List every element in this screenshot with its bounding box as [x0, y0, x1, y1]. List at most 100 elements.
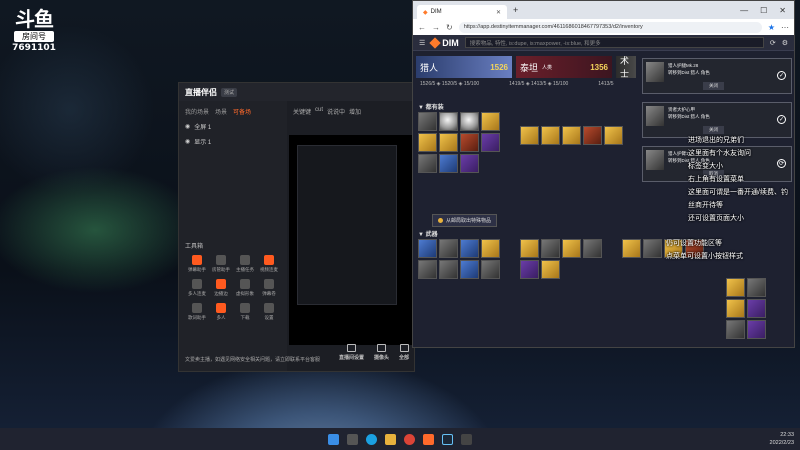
all-button[interactable]: 全部: [399, 344, 409, 361]
item-tile[interactable]: [726, 299, 745, 318]
item-tile[interactable]: [460, 260, 479, 279]
tool-item[interactable]: 下载: [233, 303, 257, 321]
item-tile[interactable]: [481, 239, 500, 258]
tab-my-scenes[interactable]: 我的场景: [185, 107, 209, 116]
character-tile[interactable]: 泰坦 人类 1356: [516, 56, 612, 78]
tool-item[interactable]: 主播任务: [233, 255, 257, 273]
star-icon[interactable]: ★: [768, 23, 775, 32]
item-tile[interactable]: [583, 126, 602, 145]
tool-item[interactable]: 虚拟形象: [233, 279, 257, 297]
refresh-icon[interactable]: ⟳: [770, 39, 776, 47]
tool-item[interactable]: 设置: [257, 303, 281, 321]
item-tile[interactable]: [439, 154, 458, 173]
preview-tab[interactable]: 关键键: [293, 107, 311, 116]
layer-item[interactable]: ◉ 全屏 1: [179, 119, 287, 134]
item-tile[interactable]: [481, 133, 500, 152]
preview-tab[interactable]: cut: [315, 107, 323, 116]
item-tile[interactable]: [726, 320, 745, 339]
url-field[interactable]: https://app.destinyitemmanager.com/46116…: [458, 21, 762, 33]
item-tile[interactable]: [439, 260, 458, 279]
item-tile[interactable]: [747, 299, 766, 318]
item-tile[interactable]: [583, 239, 602, 258]
item-tile[interactable]: [418, 154, 437, 173]
forward-icon[interactable]: →: [432, 23, 440, 32]
item-tile[interactable]: [562, 239, 581, 258]
character-tile[interactable]: 猎人 1526: [416, 56, 512, 78]
tool-item[interactable]: 多人: [209, 303, 233, 321]
weapons-section-title[interactable]: ▼ 武器: [418, 229, 438, 238]
item-tile[interactable]: [562, 126, 581, 145]
douyu-app-icon[interactable]: [423, 433, 434, 445]
hamburger-icon[interactable]: ☰: [419, 39, 425, 47]
pull-from-postmaster-button[interactable]: 从邮局取出特殊物品: [432, 214, 498, 227]
item-tile[interactable]: [418, 239, 437, 258]
minimize-icon[interactable]: —: [740, 6, 748, 15]
tab-scenes[interactable]: 场景: [215, 107, 227, 116]
tool-item[interactable]: 视频连麦: [257, 255, 281, 273]
character-tile[interactable]: 术士: [616, 56, 636, 79]
tool-item[interactable]: 歌词助手: [185, 303, 209, 321]
item-tile[interactable]: [439, 239, 458, 258]
tool-item[interactable]: 多人连麦: [185, 279, 209, 297]
tool-item[interactable]: 弹幕助手: [185, 255, 209, 273]
preview-tab[interactable]: 说说中: [327, 107, 345, 116]
item-tile[interactable]: [541, 239, 560, 258]
armor-section-title[interactable]: ▼ 都有装: [418, 102, 444, 111]
tab-active-scene[interactable]: 可备场: [233, 107, 251, 116]
camera-button[interactable]: 摄像头: [374, 344, 389, 361]
danmu-icon: [192, 255, 202, 265]
layer-item[interactable]: ◉ 显示 1: [179, 134, 287, 149]
preview-tab[interactable]: 增加: [349, 107, 361, 116]
item-tile[interactable]: [747, 278, 766, 297]
item-tile[interactable]: [520, 260, 539, 279]
close-window-icon[interactable]: ✕: [779, 6, 786, 15]
item-tile[interactable]: [418, 133, 437, 152]
item-tile[interactable]: [418, 112, 437, 131]
menu-icon[interactable]: ⋯: [781, 23, 789, 32]
gear-icon[interactable]: ⚙: [782, 39, 788, 47]
item-tile[interactable]: [439, 133, 458, 152]
item-tile[interactable]: [418, 260, 437, 279]
close-tab-icon[interactable]: ✕: [496, 9, 501, 16]
game-icon[interactable]: [461, 433, 472, 445]
item-tile[interactable]: [747, 320, 766, 339]
reload-icon[interactable]: ↻: [446, 23, 453, 32]
edge-icon[interactable]: [366, 433, 377, 445]
item-tile[interactable]: [604, 126, 623, 145]
new-tab-button[interactable]: +: [513, 5, 518, 15]
item-tile[interactable]: [520, 126, 539, 145]
tool-item[interactable]: 边播边: [209, 279, 233, 297]
search-icon[interactable]: [347, 433, 358, 445]
item-tile[interactable]: [481, 260, 500, 279]
tool-item[interactable]: 弹幕卷: [257, 279, 281, 297]
item-tile[interactable]: [460, 239, 479, 258]
item-tile[interactable]: [481, 112, 500, 131]
steam-icon[interactable]: [442, 433, 453, 445]
item-tile[interactable]: [541, 126, 560, 145]
item-thumbnail: [646, 62, 664, 82]
item-tile[interactable]: [541, 260, 560, 279]
item-tile[interactable]: [622, 239, 641, 258]
item-tile[interactable]: [726, 278, 745, 297]
item-tile[interactable]: [643, 239, 662, 258]
browser-tab[interactable]: ◆ DIM ✕: [417, 5, 507, 19]
item-tile[interactable]: [460, 112, 479, 131]
layer-label: 全屏 1: [194, 125, 212, 131]
close-button[interactable]: 关闭: [703, 82, 724, 90]
maximize-icon[interactable]: ☐: [760, 6, 767, 15]
chrome-icon[interactable]: [404, 433, 415, 445]
close-button[interactable]: 关闭: [703, 126, 724, 134]
eye-icon[interactable]: ◉: [185, 138, 190, 145]
room-settings-button[interactable]: 直播间设置: [339, 344, 364, 361]
item-search-input[interactable]: 搜索物品, 特性, is:dupe, is:maxpower, -is:blue…: [464, 37, 764, 48]
explorer-icon[interactable]: [385, 433, 396, 445]
item-tile[interactable]: [439, 112, 458, 131]
start-icon[interactable]: [328, 433, 339, 445]
eye-icon[interactable]: ◉: [185, 123, 190, 130]
dim-logo[interactable]: DIM: [429, 36, 459, 49]
item-tile[interactable]: [460, 133, 479, 152]
back-icon[interactable]: ←: [418, 23, 426, 32]
item-tile[interactable]: [520, 239, 539, 258]
tool-item[interactable]: 房管助手: [209, 255, 233, 273]
item-tile[interactable]: [460, 154, 479, 173]
